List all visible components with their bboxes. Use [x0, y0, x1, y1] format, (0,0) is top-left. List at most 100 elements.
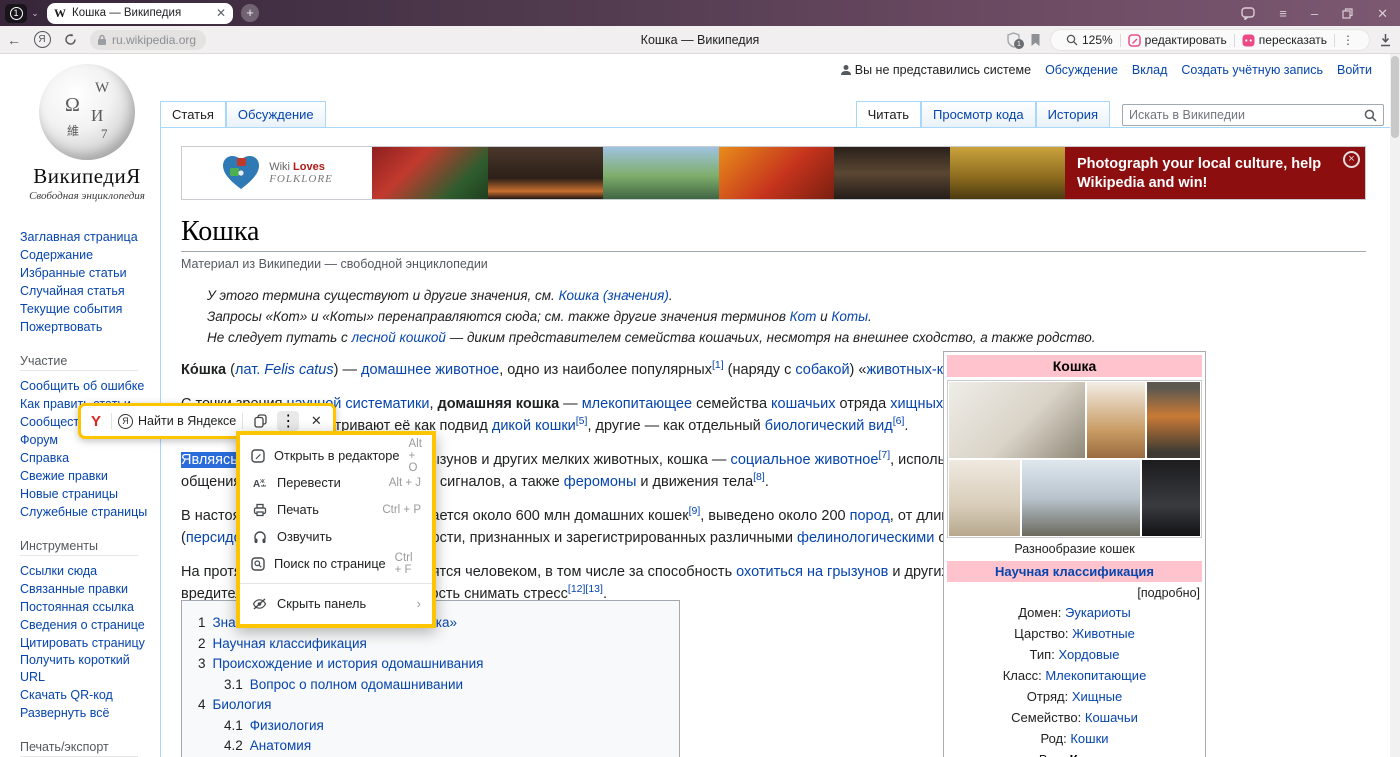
cat-photo-tabby-lying[interactable]	[949, 382, 1085, 458]
sidebar-item-short-url[interactable]: Получить короткий URL	[20, 652, 130, 686]
back-button[interactable]: ←	[0, 32, 28, 48]
reference[interactable]: [5]	[576, 415, 588, 427]
sidebar-item-report-error[interactable]: Сообщить об ошибке	[20, 377, 154, 395]
sidebar-item-page-info[interactable]: Сведения о странице	[20, 616, 154, 634]
wiki-link[interactable]: пород	[850, 508, 890, 524]
sidebar-item-cite-page[interactable]: Цитировать страницу	[20, 634, 154, 652]
tab-article[interactable]: Статья	[160, 101, 226, 128]
personal-link-talk[interactable]: Обсуждение	[1045, 63, 1118, 77]
sidebar-item-donate[interactable]: Пожертвовать	[20, 318, 154, 336]
cat-photo-orange-white[interactable]	[1147, 382, 1200, 458]
wiki-link[interactable]: Хордовые	[1058, 647, 1119, 662]
minimize-button[interactable]: –	[1311, 7, 1318, 20]
cat-photo-grey[interactable]	[1142, 460, 1200, 536]
menu-item-print[interactable]: Печать Ctrl + P	[240, 496, 432, 523]
wiki-link[interactable]: млекопитающее	[582, 396, 692, 412]
hamburger-menu-icon[interactable]: ≡	[1279, 7, 1287, 20]
wiki-link[interactable]: охотиться на грызунов	[736, 564, 888, 580]
menu-item-open-in-editor[interactable]: Открыть в редакторе Alt + O	[240, 442, 432, 469]
personal-link-create-account[interactable]: Создать учётную запись	[1181, 63, 1323, 77]
toc-item[interactable]: 3.1Вопрос о полном одомашнивании	[198, 675, 663, 696]
sidebar-item-related-changes[interactable]: Связанные правки	[20, 580, 154, 598]
reference[interactable]: [9]	[689, 505, 701, 517]
tab-view-source[interactable]: Просмотр кода	[921, 101, 1036, 128]
address-bar[interactable]: ru.wikipedia.org	[90, 30, 206, 50]
wiki-link[interactable]: лесной кошкой	[352, 330, 446, 345]
sidebar-item-new-pages[interactable]: Новые страницы	[20, 485, 154, 503]
cat-photo-tabby-snow[interactable]	[1022, 460, 1140, 536]
menu-item-translate[interactable]: Aж Перевести Alt + J	[240, 469, 432, 496]
yandex-logo[interactable]: Y	[87, 413, 105, 430]
infobox-detail-link[interactable]: [подробно]	[947, 582, 1202, 602]
wiki-link[interactable]: собакой	[795, 362, 849, 378]
wiki-loves-folklore-banner[interactable]: Wiki Loves FOLKLORE Photograph your loca…	[181, 146, 1366, 200]
toc-item[interactable]: 4Биология	[198, 695, 663, 716]
wikipedia-globe-logo[interactable]: ΩWИ7維	[39, 64, 135, 160]
menu-item-read-aloud[interactable]: Озвучить	[240, 523, 432, 550]
infobox-sci-header[interactable]: Научная классификация	[947, 561, 1202, 582]
edit-button[interactable]: редактировать	[1121, 33, 1234, 47]
personal-link-login[interactable]: Войти	[1337, 63, 1372, 77]
sidebar-item-random[interactable]: Случайная статья	[20, 282, 154, 300]
sidebar-item-featured[interactable]: Избранные статьи	[20, 264, 154, 282]
wiki-search-box[interactable]	[1122, 104, 1384, 126]
sidebar-item-expand-all[interactable]: Развернуть всё	[20, 704, 154, 722]
reload-button[interactable]	[56, 33, 84, 46]
reference[interactable]: [7]	[878, 449, 890, 461]
download-icon[interactable]	[1379, 33, 1392, 47]
reference[interactable]: [8]	[753, 471, 765, 483]
wiki-link[interactable]: биологический вид	[765, 418, 893, 434]
close-button[interactable]: ✕	[1377, 7, 1388, 20]
toc-item[interactable]: 3Происхождение и история одомашнивания	[198, 654, 663, 675]
toc-item[interactable]: 4.2Анатомия	[198, 736, 663, 757]
maximize-button[interactable]	[1342, 8, 1353, 19]
wiki-link[interactable]: Млекопитающие	[1045, 668, 1146, 683]
sidebar-item-current-events[interactable]: Текущие события	[20, 300, 154, 318]
search-input[interactable]	[1129, 108, 1364, 122]
find-in-yandex-button[interactable]: Я Найти в Яндексе	[118, 414, 236, 429]
sidebar-item-main-page[interactable]: Заглавная страница	[20, 228, 154, 246]
menu-item-find-on-page[interactable]: Поиск по странице Ctrl + F	[240, 550, 432, 577]
selected-text[interactable]: Являясь	[181, 452, 238, 468]
more-menu-button[interactable]: ⋮	[1335, 33, 1361, 47]
reference[interactable]: [1]	[712, 359, 724, 371]
sidebar-item-recent-changes[interactable]: Свежие правки	[20, 467, 154, 485]
banner-close-icon[interactable]: ×	[1343, 151, 1360, 168]
wiki-link[interactable]: дикой кошки	[492, 418, 576, 434]
reference[interactable]: [6]	[893, 415, 905, 427]
tab-counter-button[interactable]: 1	[5, 4, 27, 23]
scrollbar-thumb[interactable]	[1391, 56, 1399, 138]
protect-shield-icon[interactable]: 1	[1006, 32, 1021, 48]
cat-photo-abyssinian[interactable]	[1087, 382, 1145, 458]
menu-item-hide-panel[interactable]: Скрыть панель ›	[240, 590, 432, 617]
wiki-link[interactable]: Животные	[1072, 626, 1135, 641]
wiki-link[interactable]: кошачьих	[771, 396, 835, 412]
tab-history[interactable]: История	[1036, 101, 1110, 128]
yandex-services-button[interactable]: Я	[28, 31, 56, 48]
sidebar-item-permanent-link[interactable]: Постоянная ссылка	[20, 598, 154, 616]
wiki-link[interactable]: Felis catus	[264, 362, 333, 378]
reference[interactable]: [13]	[585, 583, 603, 595]
page-scrollbar[interactable]	[1390, 54, 1400, 757]
personal-link-contribs[interactable]: Вклад	[1132, 63, 1168, 77]
tab-close-icon[interactable]: ✕	[216, 6, 226, 20]
wiki-link[interactable]: феромоны	[564, 474, 637, 490]
wiki-link[interactable]: Эукариоты	[1065, 605, 1131, 620]
toolbar-more-button[interactable]: ⋮	[277, 411, 299, 431]
copy-icon[interactable]	[249, 411, 271, 431]
reference[interactable]: [12]	[568, 583, 586, 595]
wiki-link[interactable]: фелинологическими	[797, 530, 934, 546]
wiki-link[interactable]: Коты	[831, 309, 868, 324]
retell-button[interactable]: пересказать	[1235, 33, 1334, 47]
new-tab-button[interactable]: +	[241, 4, 259, 22]
wiki-link[interactable]: лат.	[235, 362, 260, 378]
cat-photo-siamese[interactable]	[949, 460, 1020, 536]
wiki-link[interactable]: Кошки	[1070, 731, 1108, 746]
browser-tab[interactable]: W Кошка — Википедия ✕	[47, 3, 233, 24]
tab-read[interactable]: Читать	[856, 101, 921, 128]
wiki-link[interactable]: Кот	[790, 309, 817, 324]
sidebar-item-contents[interactable]: Содержание	[20, 246, 154, 264]
sidebar-item-qr-code[interactable]: Скачать QR-код	[20, 686, 154, 704]
toc-item[interactable]: 2Научная классификация	[198, 634, 663, 655]
wiki-link[interactable]: домашнее животное	[361, 362, 499, 378]
